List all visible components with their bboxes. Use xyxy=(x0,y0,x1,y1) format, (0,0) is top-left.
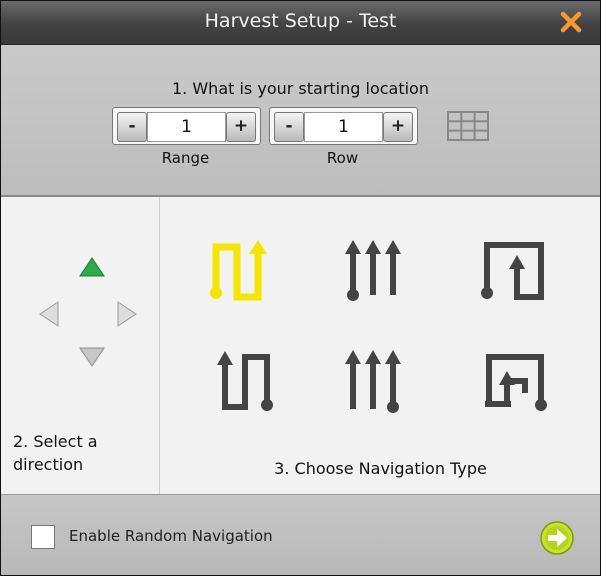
random-navigation-checkbox[interactable] xyxy=(31,525,55,549)
next-arrow-icon[interactable] xyxy=(539,520,575,556)
starting-location-question: 1. What is your starting location xyxy=(172,79,429,98)
title-bar: Harvest Setup - Test xyxy=(1,1,600,45)
range-label: Range xyxy=(161,149,210,167)
row-decrement-button[interactable]: - xyxy=(274,112,304,142)
range-decrement-button[interactable]: - xyxy=(117,112,147,142)
grid-icon[interactable] xyxy=(447,111,489,141)
range-increment-button[interactable]: + xyxy=(226,112,256,142)
range-stepper: - 1 + xyxy=(112,107,261,145)
row-increment-button[interactable]: + xyxy=(383,112,413,142)
nav-parallel-up-icon[interactable] xyxy=(343,237,403,307)
direction-pane: 2. Select a direction xyxy=(1,197,160,494)
select-direction-label: 2. Select a direction xyxy=(13,432,98,474)
footer-bar: Enable Random Navigation xyxy=(1,494,600,575)
random-navigation-label: Enable Random Navigation xyxy=(69,527,273,545)
row-value[interactable]: 1 xyxy=(304,112,383,142)
nav-serpentine-down-icon[interactable] xyxy=(215,347,285,419)
range-value[interactable]: 1 xyxy=(147,112,226,142)
dialog-title: Harvest Setup - Test xyxy=(204,10,397,32)
close-icon[interactable] xyxy=(556,7,586,37)
harvest-setup-dialog: Harvest Setup - Test 1. What is your sta… xyxy=(0,0,601,576)
left-arrow-icon[interactable] xyxy=(39,301,59,327)
up-arrow-icon[interactable] xyxy=(79,257,105,277)
nav-spiral-up-icon[interactable] xyxy=(477,237,549,307)
nav-serpentine-up-icon[interactable] xyxy=(206,237,284,307)
direction-navigation-section: 2. Select a direction 3. Choose Navigati… xyxy=(1,197,600,494)
nav-parallel-mixed-icon[interactable] xyxy=(343,347,403,419)
down-arrow-icon[interactable] xyxy=(79,347,105,367)
starting-location-section: 1. What is your starting location - 1 + … xyxy=(1,45,600,195)
row-label: Row xyxy=(326,149,359,167)
nav-spiral-down-icon[interactable] xyxy=(479,347,551,419)
choose-navigation-type-label: 3. Choose Navigation Type xyxy=(274,459,487,478)
row-stepper: - 1 + xyxy=(269,107,418,145)
right-arrow-icon[interactable] xyxy=(117,301,137,327)
